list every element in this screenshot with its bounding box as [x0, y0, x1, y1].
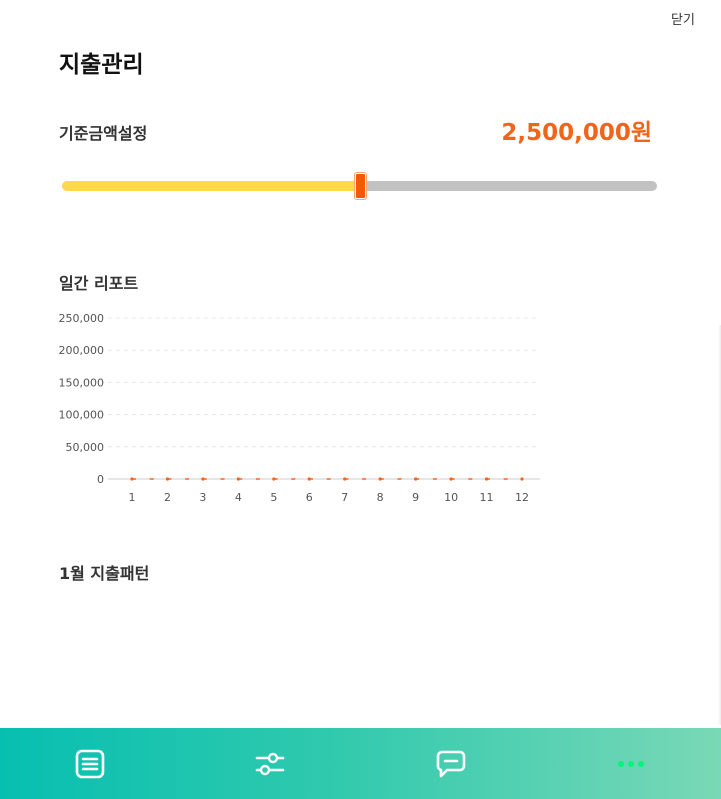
daily-report-chart: 050,000100,000150,000200,000250,0001 2 3 4 5…: [59, 312, 540, 504]
x-tick-label: 11: [480, 491, 494, 504]
tab-settings[interactable]: [180, 728, 360, 799]
budget-slider[interactable]: [62, 173, 657, 199]
y-tick-label: 0: [97, 473, 104, 486]
x-tick-label: 2: [164, 491, 171, 504]
y-tick-label: 100,000: [59, 409, 105, 422]
data-point: [414, 477, 418, 481]
y-tick-label: 150,000: [59, 376, 105, 389]
bottom-tab-bar: [0, 728, 721, 799]
slider-fill: [62, 181, 360, 191]
chat-icon: [436, 749, 466, 779]
data-point: [165, 477, 170, 481]
tab-list[interactable]: [0, 728, 180, 799]
y-tick-label: 50,000: [66, 441, 105, 454]
data-point: [343, 477, 347, 481]
daily-report-label: 일간 리포트: [59, 274, 139, 293]
y-tick-label: 200,000: [59, 344, 105, 357]
data-point: [236, 477, 240, 481]
data-point: [520, 477, 524, 481]
y-tick-label: 250,000: [59, 312, 105, 325]
x-tick-label: 3: [199, 491, 206, 504]
x-tick-label: 5: [270, 491, 277, 504]
data-point: [484, 477, 489, 481]
x-tick-label: 8: [377, 491, 384, 504]
x-tick-label: 12: [515, 491, 529, 504]
tab-more[interactable]: [541, 728, 721, 799]
page-title: 지출관리: [59, 52, 144, 78]
more-icon: [616, 759, 646, 769]
sliders-icon: [255, 751, 285, 777]
data-point: [307, 477, 311, 481]
close-button[interactable]: 닫기: [671, 9, 695, 28]
x-tick-label: 6: [306, 491, 313, 504]
data-point: [130, 477, 134, 481]
tab-chat[interactable]: [361, 728, 541, 799]
x-tick-label: 9: [412, 491, 419, 504]
slider-thumb[interactable]: [354, 173, 366, 199]
x-tick-label: 7: [341, 491, 348, 504]
data-point: [449, 477, 453, 481]
list-icon: [75, 749, 105, 779]
budget-label: 기준금액설정: [59, 124, 148, 143]
budget-amount: 2,500,000원: [501, 120, 652, 146]
data-point: [272, 477, 276, 481]
x-tick-label: 10: [444, 491, 458, 504]
data-point: [378, 477, 382, 481]
data-point: [201, 477, 205, 481]
x-tick-label: 4: [235, 491, 242, 504]
pattern-label: 1월 지출패턴: [59, 564, 150, 583]
x-tick-label: 1: [129, 491, 136, 504]
